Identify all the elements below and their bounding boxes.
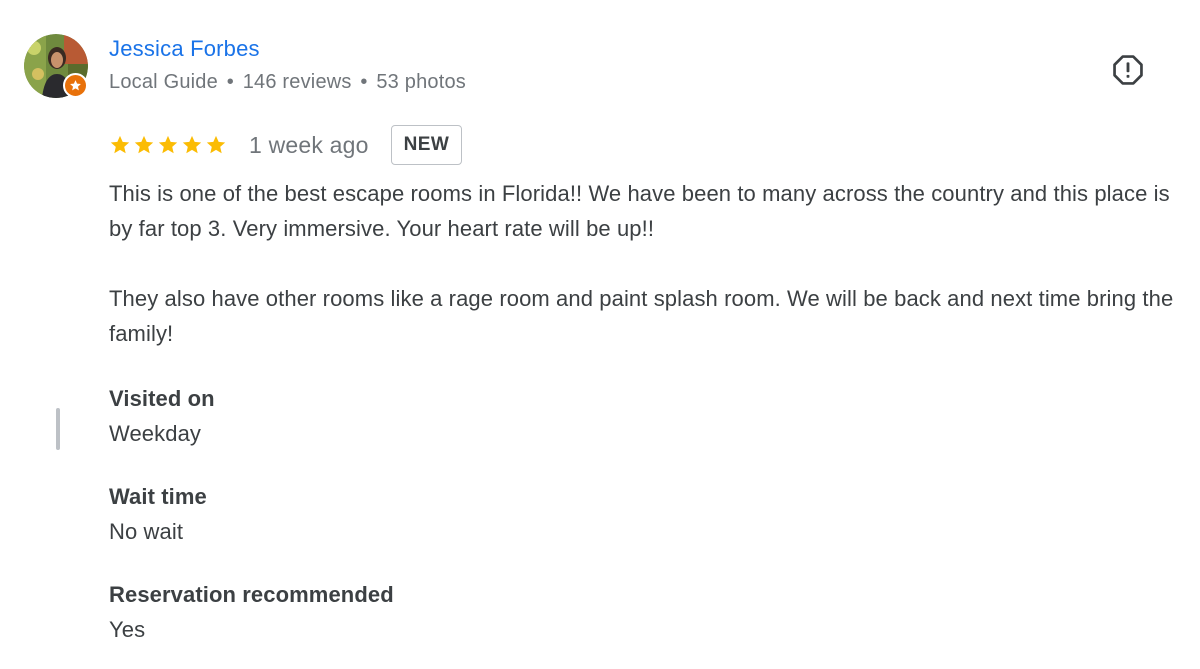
- report-octagon-icon: [1113, 55, 1143, 85]
- attribute-label: Visited on: [109, 386, 215, 411]
- scrollbar-thumb[interactable]: [56, 408, 60, 450]
- attribute-label: Wait time: [109, 484, 207, 509]
- star-icon: [158, 135, 178, 154]
- photo-count: 53 photos: [376, 71, 466, 93]
- report-review-button[interactable]: [1108, 50, 1148, 90]
- star-icon: [110, 135, 130, 154]
- author-meta: Local Guide • 146 reviews • 53 photos: [109, 71, 466, 94]
- attribute-wait-time: Wait time No wait: [109, 480, 207, 550]
- star-icon: [182, 135, 202, 154]
- local-guide-badge-icon: [63, 73, 88, 98]
- attribute-value: Weekday: [109, 421, 202, 446]
- review-paragraph: They also have other rooms like a rage r…: [109, 286, 1174, 346]
- attribute-reservation-recommended: Reservation recommended Yes: [109, 578, 394, 648]
- star-icon: [206, 135, 226, 154]
- meta-separator: •: [226, 71, 234, 93]
- review-time: 1 week ago: [249, 131, 369, 158]
- star-icon: [134, 135, 154, 154]
- rating-row: 1 week ago NEW: [109, 124, 463, 166]
- attribute-value: Yes: [109, 617, 146, 642]
- star-rating: [109, 134, 227, 156]
- new-badge: NEW: [390, 125, 463, 165]
- review-body: This is one of the best escape rooms in …: [109, 176, 1179, 351]
- attribute-value: No wait: [109, 519, 184, 544]
- attribute-visited-on: Visited on Weekday: [109, 382, 215, 452]
- meta-separator: •: [360, 71, 368, 93]
- local-guide-star-icon: [70, 80, 81, 91]
- local-guide-label: Local Guide: [109, 71, 218, 93]
- avatar[interactable]: [24, 34, 88, 98]
- review-paragraph: This is one of the best escape rooms in …: [109, 181, 1170, 241]
- author-name[interactable]: Jessica Forbes: [109, 36, 260, 62]
- attribute-label: Reservation recommended: [109, 582, 394, 607]
- review-count: 146 reviews: [242, 71, 352, 93]
